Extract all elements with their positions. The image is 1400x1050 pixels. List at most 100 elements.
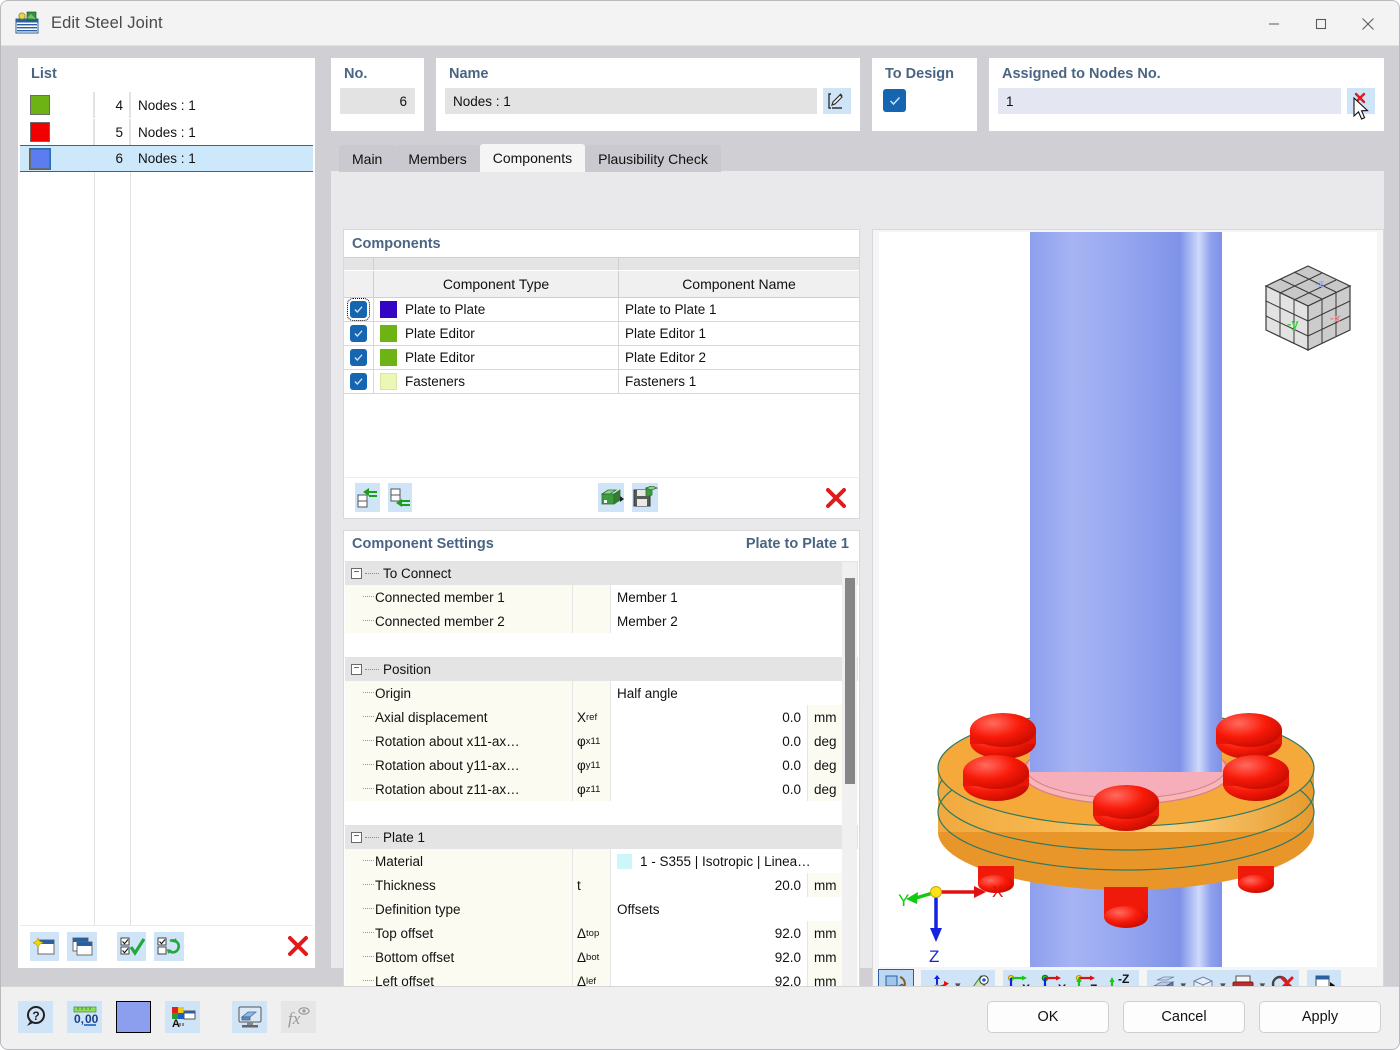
property-group-to-connect[interactable]: − To Connect [345, 561, 858, 585]
component-enabled-checkbox[interactable] [344, 370, 374, 393]
check-all-button[interactable] [117, 932, 146, 961]
property-value[interactable]: Half angle [611, 681, 858, 705]
number-panel: No. 6 [331, 58, 424, 131]
material-value-text: 1 - S355 | Isotropic | Linea… [640, 854, 811, 869]
property-scrollbar-thumb[interactable] [845, 578, 855, 784]
apply-button[interactable]: Apply [1259, 1001, 1381, 1033]
property-group-position[interactable]: − Position [345, 657, 858, 681]
components-header-name: Component Name [619, 271, 859, 297]
number-value[interactable]: 6 [340, 88, 415, 114]
property-symbol: t [573, 873, 611, 897]
property-row[interactable]: Rotation about x11-ax… φx11 0.0 deg [345, 729, 858, 753]
delete-joint-button[interactable] [284, 932, 313, 961]
clear-nodes-button[interactable] [1347, 88, 1375, 114]
3d-viewport[interactable]: -y -x -z X Y Z [879, 232, 1377, 967]
property-symbol [573, 897, 611, 921]
new-joint-button[interactable] [30, 932, 59, 961]
import-component-button[interactable] [598, 483, 624, 512]
property-value[interactable]: 20.0 [611, 873, 808, 897]
tab-members[interactable]: Members [395, 145, 479, 172]
symbol-main: Δ [577, 926, 586, 941]
property-row[interactable]: Thickness t 20.0 mm [345, 873, 858, 897]
tab-main[interactable]: Main [339, 145, 395, 172]
tab-components[interactable]: Components [480, 144, 585, 172]
property-row[interactable]: Connected member 2 Member 2 [345, 609, 858, 633]
component-name-cell: Fasteners 1 [619, 370, 859, 393]
property-group-plate-1[interactable]: − Plate 1 [345, 825, 858, 849]
collapse-icon[interactable]: − [351, 832, 362, 843]
property-symbol: Δbot [573, 945, 611, 969]
tab-plausibility-check[interactable]: Plausibility Check [585, 145, 721, 172]
property-label: Axial displacement [345, 705, 573, 729]
list-item-color-swatch [30, 95, 50, 115]
component-enabled-checkbox[interactable] [344, 298, 374, 321]
list-item[interactable]: 4 Nodes : 1 [20, 91, 313, 118]
property-symbol [573, 609, 611, 633]
assigned-nodes-label: Assigned to Nodes No. [990, 59, 1383, 86]
render-view-icon[interactable] [232, 1001, 267, 1033]
property-row[interactable]: Connected member 1 Member 1 [345, 585, 858, 609]
invert-selection-button[interactable] [154, 932, 183, 961]
list-panel: List 4 Nodes : 1 5 N [18, 58, 315, 968]
property-row[interactable]: Definition type Offsets [345, 897, 858, 921]
property-value[interactable]: Member 2 [611, 609, 858, 633]
display-properties-icon[interactable]: A [165, 1001, 200, 1033]
component-enabled-checkbox[interactable] [344, 322, 374, 345]
name-input[interactable]: Nodes : 1 [445, 88, 817, 114]
property-row[interactable]: Rotation about z11-ax… φz11 0.0 deg [345, 777, 858, 801]
table-row[interactable]: Fasteners Fasteners 1 [344, 370, 859, 394]
help-icon[interactable]: ? [18, 1001, 53, 1033]
property-value[interactable]: 0.0 [611, 753, 808, 777]
property-row[interactable]: Bottom offset Δbot 92.0 mm [345, 945, 858, 969]
property-value[interactable]: 0.0 [611, 777, 808, 801]
list-item[interactable]: 5 Nodes : 1 [20, 118, 313, 145]
maximize-button[interactable] [1297, 1, 1344, 46]
minimize-button[interactable] [1250, 1, 1297, 46]
table-row[interactable]: Plate Editor Plate Editor 2 [344, 346, 859, 370]
property-value[interactable]: 0.0 [611, 705, 808, 729]
property-symbol [573, 681, 611, 705]
collapse-icon[interactable]: − [351, 568, 362, 579]
property-group-label: Position [383, 662, 431, 677]
property-row[interactable]: Material 1 - S355 | Isotropic | Linea… [345, 849, 858, 873]
property-label: Bottom offset [345, 945, 573, 969]
property-value[interactable]: 92.0 [611, 945, 808, 969]
window-controls [1250, 1, 1400, 46]
move-component-up-button[interactable] [355, 483, 380, 512]
property-scrollbar[interactable] [842, 562, 857, 1005]
table-row[interactable]: Plate Editor Plate Editor 1 [344, 322, 859, 346]
delete-component-button[interactable] [823, 483, 848, 512]
property-row[interactable]: Axial displacement Xref 0.0 mm [345, 705, 858, 729]
property-row[interactable]: Origin Half angle [345, 681, 858, 705]
svg-text:-Z: -Z [1118, 974, 1129, 986]
decimal-places-icon[interactable]: 0, 00 [67, 1001, 102, 1033]
to-design-checkbox[interactable] [883, 89, 906, 112]
save-component-button[interactable] [632, 483, 658, 512]
property-value[interactable]: Offsets [611, 897, 858, 921]
edit-name-button[interactable] [823, 88, 851, 114]
copy-joint-button[interactable] [67, 932, 96, 961]
color-swatch-icon[interactable] [116, 1001, 151, 1033]
property-label-text: Rotation about x11-ax… [375, 734, 520, 749]
list-item-selected[interactable]: 6 Nodes : 1 [20, 145, 313, 172]
assigned-nodes-panel: Assigned to Nodes No. 1 [989, 58, 1384, 131]
formula-icon: fx [281, 1001, 316, 1033]
property-label-text: Origin [375, 686, 411, 701]
assigned-nodes-input[interactable]: 1 [998, 88, 1341, 114]
dialog-buttons: OK Cancel Apply [987, 1001, 1381, 1033]
property-row[interactable]: Top offset Δtop 92.0 mm [345, 921, 858, 945]
component-enabled-checkbox[interactable] [344, 346, 374, 369]
component-type-label: Fasteners [405, 374, 465, 389]
collapse-icon[interactable]: − [351, 664, 362, 675]
property-value[interactable]: 92.0 [611, 921, 808, 945]
property-value[interactable]: Member 1 [611, 585, 858, 609]
close-button[interactable] [1344, 1, 1391, 46]
cancel-button[interactable]: Cancel [1123, 1001, 1245, 1033]
property-value[interactable]: 0.0 [611, 729, 808, 753]
table-row[interactable]: Plate to Plate Plate to Plate 1 [344, 298, 859, 322]
move-component-down-button[interactable] [388, 483, 413, 512]
ok-button[interactable]: OK [987, 1001, 1109, 1033]
to-design-label: To Design [873, 59, 976, 86]
property-row[interactable]: Rotation about y11-ax… φy11 0.0 deg [345, 753, 858, 777]
property-value[interactable]: 1 - S355 | Isotropic | Linea… [611, 849, 858, 873]
